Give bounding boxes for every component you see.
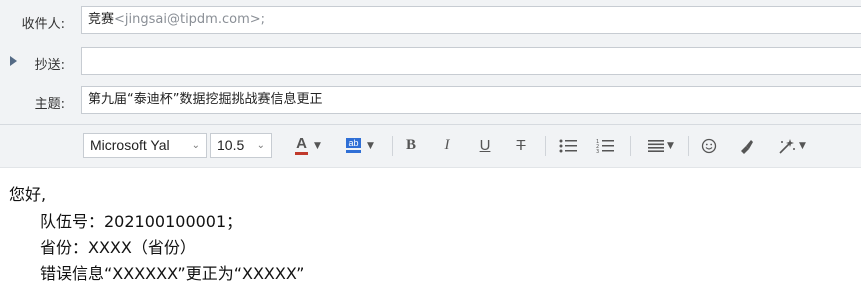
- chevron-down-icon: ⌄: [256, 140, 265, 151]
- recipient-field[interactable]: 竞赛<jingsai@tipdm.com>;: [81, 6, 861, 34]
- brush-icon: [741, 139, 753, 154]
- chevron-down-icon: ⌄: [191, 140, 200, 151]
- magic-wand-icon: [779, 138, 796, 154]
- font-color-glyph: A: [296, 134, 307, 152]
- font-color-button[interactable]: A ▼: [288, 133, 328, 158]
- recipient-address: <jingsai@tipdm.com>;: [114, 12, 266, 27]
- toolbar-divider: [630, 136, 631, 156]
- font-color-icon: A: [295, 134, 309, 155]
- expand-triangle-icon[interactable]: [10, 56, 17, 66]
- highlight-button[interactable]: ab ▼: [338, 133, 382, 158]
- italic-button[interactable]: I: [436, 133, 458, 158]
- caret-down-icon: ▼: [314, 140, 321, 151]
- bullet-list-icon: [559, 139, 577, 152]
- format-painter-button[interactable]: [735, 133, 757, 158]
- caret-down-icon: ▼: [667, 140, 674, 151]
- highlight-icon: ab: [346, 138, 362, 153]
- subject-label: 主题:: [34, 97, 65, 112]
- recipient-row: 收件人: 竞赛<jingsai@tipdm.com>;: [0, 6, 861, 36]
- svg-text:3: 3: [596, 149, 599, 153]
- body-line-province: 省份：XXXX（省份）: [40, 238, 196, 257]
- numbered-list-icon: 1 2 3: [596, 139, 614, 153]
- mail-header: 收件人: 竞赛<jingsai@tipdm.com>; 抄送: 主题: 第九届“…: [0, 0, 861, 125]
- caret-down-icon: ▼: [799, 140, 806, 151]
- toolbar-divider: [688, 136, 689, 156]
- recipient-label: 收件人:: [21, 17, 65, 32]
- subject-row: 主题: 第九届“泰迪杯”数据挖掘挑战赛信息更正: [0, 86, 861, 116]
- font-size-select[interactable]: 10.5 ⌄: [210, 133, 272, 158]
- numbered-list-button[interactable]: 1 2 3: [593, 133, 617, 158]
- font-size-value: 10.5: [217, 137, 245, 153]
- bold-button[interactable]: B: [400, 133, 422, 158]
- body-line-correction: 错误信息“XXXXXX”更正为“XXXXX”: [40, 264, 305, 283]
- cc-label: 抄送:: [34, 58, 65, 73]
- subject-field[interactable]: 第九届“泰迪杯”数据挖掘挑战赛信息更正: [81, 86, 861, 114]
- recipient-name[interactable]: 竞赛: [88, 12, 114, 27]
- toolbar-divider: [392, 136, 393, 156]
- message-body-editor[interactable]: 您好, 队伍号：202100100001； 省份：XXXX（省份） 错误信息“X…: [0, 168, 861, 302]
- align-icon: [648, 139, 665, 152]
- strikethrough-button[interactable]: T: [510, 133, 532, 158]
- cc-row: 抄送:: [0, 47, 861, 77]
- font-family-value: Microsoft Yal: [90, 137, 170, 153]
- magic-wand-button[interactable]: ▼: [772, 133, 812, 158]
- smiley-icon: [701, 138, 717, 153]
- greeting-text: 您好,: [9, 185, 47, 204]
- emoji-button[interactable]: [698, 133, 720, 158]
- underline-button[interactable]: U: [474, 133, 496, 158]
- bullet-list-button[interactable]: [556, 133, 580, 158]
- toolbar-divider: [545, 136, 546, 156]
- body-line-team: 队伍号：202100100001；: [40, 212, 243, 231]
- cc-field[interactable]: [81, 47, 861, 75]
- caret-down-icon: ▼: [367, 140, 374, 151]
- format-toolbar: Microsoft Yal ⌄ 10.5 ⌄ A ▼ ab ▼ B I U T …: [0, 125, 861, 168]
- font-family-select[interactable]: Microsoft Yal ⌄: [83, 133, 207, 158]
- align-button[interactable]: ▼: [643, 133, 679, 158]
- highlight-glyph: ab: [346, 138, 362, 148]
